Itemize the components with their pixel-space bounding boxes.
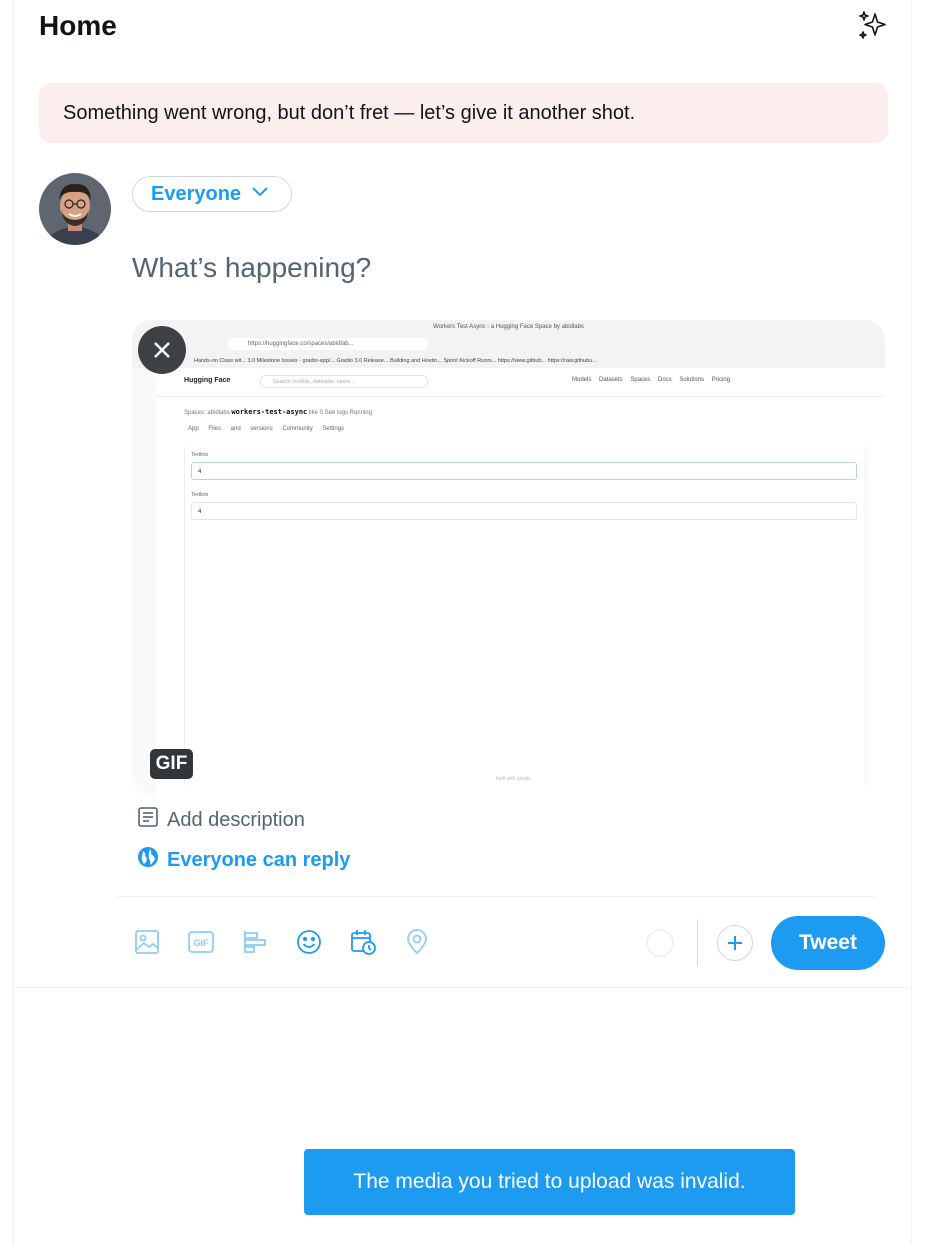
gif-icon[interactable]: GIF [185, 926, 217, 958]
add-description-label: Add description [167, 808, 305, 831]
poll-icon[interactable] [239, 926, 271, 958]
hf-space-owner: abidlabs [207, 410, 230, 416]
hf-space-header: Spaces: abidlabs workers-test-async like… [184, 408, 372, 416]
browser-page: Hugging Face Search models, datasets, us… [156, 368, 885, 796]
hf-nav-links: Models Datasets Spaces Docs Solutions Pr… [572, 377, 731, 383]
browser-window-title: Workers Test Async - a Hugging Face Spac… [433, 324, 584, 330]
close-icon [154, 342, 170, 358]
hf-search: Search models, datasets, users... [260, 375, 428, 388]
textbox-label: Textbox [191, 492, 209, 498]
add-thread-button[interactable] [717, 925, 753, 961]
gradio-app: Textbox 4 Textbox 4 [184, 446, 866, 786]
textbox: 4 [191, 502, 857, 520]
audience-selector[interactable]: Everyone [132, 176, 292, 212]
gif-badge: GIF [150, 749, 193, 779]
error-toast-text: The media you tried to upload was invali… [353, 1170, 746, 1193]
error-banner-text: Something went wrong, but don’t fret — l… [63, 101, 636, 124]
audience-label: Everyone [151, 182, 242, 205]
tweet-text-input[interactable]: What’s happening? [132, 252, 371, 284]
hf-space-name: workers-test-async [231, 408, 308, 416]
browser-bookmarks-bar: Hands-on Class wit... 3.0 Milestone Issu… [194, 358, 597, 364]
tweet-button[interactable]: Tweet [771, 916, 885, 970]
svg-text:GIF: GIF [194, 938, 210, 948]
chevron-down-icon [251, 182, 269, 206]
browser-url-bar: https://huggingface.co/spaces/abidlab... [228, 338, 428, 350]
add-description-button[interactable]: Add description [137, 806, 305, 834]
plus-icon [728, 936, 742, 950]
hf-space-prefix: Spaces: [184, 410, 206, 416]
toolbar-separator [697, 919, 698, 966]
hf-space-tabs: App Files and versions Community Setting… [188, 426, 345, 432]
attached-media-preview: Workers Test Async - a Hugging Face Spac… [132, 320, 885, 796]
composer-divider [116, 896, 876, 897]
schedule-icon[interactable] [347, 926, 379, 958]
avatar[interactable] [39, 173, 111, 245]
globe-icon [137, 846, 159, 874]
browser-sidebar [132, 368, 157, 796]
hf-space-meta: like 0 See logs Running [308, 410, 372, 416]
hf-navbar: Hugging Face Search models, datasets, us… [156, 368, 885, 397]
reply-setting-label: Everyone can reply [167, 848, 351, 871]
emoji-icon[interactable] [293, 926, 325, 958]
textbox-label: Textbox [191, 452, 209, 458]
section-divider [13, 987, 912, 988]
hf-logo: Hugging Face [184, 377, 231, 384]
sparkle-icon[interactable] [855, 8, 891, 44]
error-banner: Something went wrong, but don’t fret — l… [39, 83, 888, 143]
reply-setting-button[interactable]: Everyone can reply [137, 846, 350, 874]
description-icon [137, 806, 159, 834]
remove-media-button[interactable] [138, 326, 186, 374]
media-icon[interactable] [131, 926, 163, 958]
textbox: 4 [191, 462, 857, 480]
location-icon[interactable] [401, 926, 433, 958]
error-toast: The media you tried to upload was invali… [304, 1149, 795, 1215]
character-count-ring [646, 929, 674, 957]
page-title: Home [39, 10, 117, 41]
gradio-footer: built with gradio [496, 776, 531, 782]
